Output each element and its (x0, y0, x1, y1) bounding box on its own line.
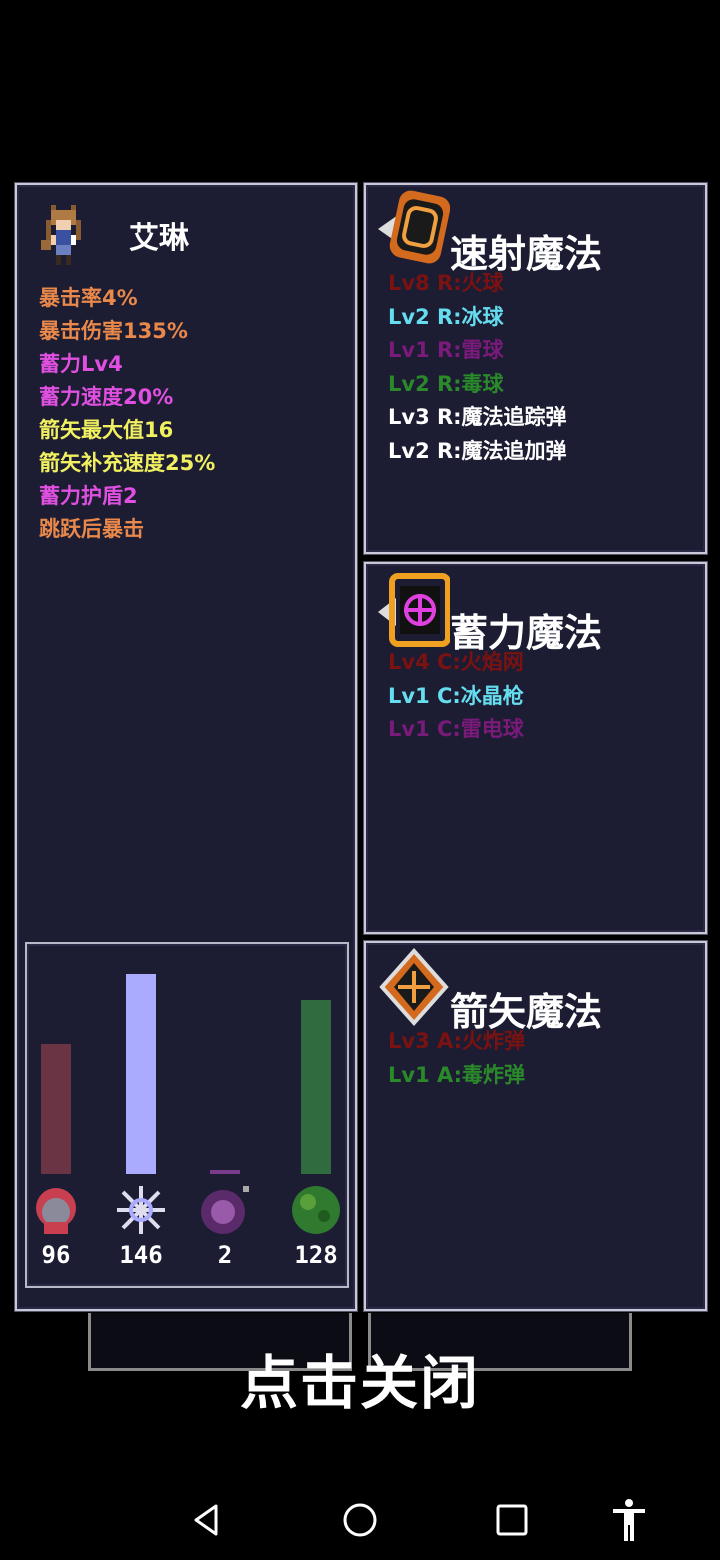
element-count: 128 (294, 1241, 338, 1269)
spell-item: Lv1 C:冰晶枪 (388, 683, 524, 708)
element-count: 2 (217, 1241, 233, 1269)
character-stat: 暴击伤害135% (39, 319, 188, 343)
system-navigation-bar (0, 1480, 720, 1560)
arrow-magic-spell-list: Lv3 A:火炸弹 Lv1 A:毒炸弹 (388, 1025, 525, 1092)
spell-item: Lv8 R:火球 (388, 271, 504, 295)
element-level-bar (210, 1170, 240, 1174)
arrow-magic-panel: 箭矢魔法 Lv3 A:火炸弹 Lv1 A:毒炸弹 (364, 941, 707, 1311)
ice-element-icon (117, 1186, 165, 1234)
element-count: 146 (119, 1241, 163, 1269)
charge-magic-icon (378, 573, 450, 647)
spell-item: Lv2 R:魔法追加弹 (388, 438, 567, 463)
back-icon[interactable] (182, 1496, 230, 1544)
fire-element-icon (36, 1188, 76, 1234)
home-icon[interactable] (336, 1496, 384, 1544)
character-panel: 艾琳 暴击率4% 暴击伤害135% 蓄力Lv4 蓄力速度20% 箭矢最大值16 箭矢补充速… (15, 183, 357, 1311)
rapid-magic-spell-list: Lv8 R:火球 Lv2 R:冰球 Lv1 R:雷球 Lv2 R:毒球 Lv3 … (388, 267, 567, 468)
element-level-bar (126, 974, 156, 1174)
rapid-magic-panel: 速射魔法 Lv8 R:火球 Lv2 R:冰球 Lv1 R:雷球 Lv2 R:毒球… (364, 183, 707, 554)
character-avatar-icon (41, 205, 81, 265)
poison-element-icon (292, 1186, 340, 1234)
spell-item: Lv2 R:毒球 (388, 371, 504, 396)
character-stat: 箭矢补充速度25% (39, 451, 216, 475)
spell-item: Lv1 A:毒炸弹 (388, 1062, 526, 1087)
thunder-element-icon (201, 1186, 249, 1234)
element-level-bar (41, 1044, 71, 1174)
character-stats-list: 暴击率4% 暴击伤害135% 蓄力Lv4 蓄力速度20% 箭矢最大值16 箭矢补充速度25… (39, 282, 215, 546)
spell-item: Lv2 R:冰球 (388, 304, 504, 329)
spell-item: Lv1 C:雷电球 (388, 717, 524, 741)
charge-magic-spell-list: Lv4 C:火焰网 Lv1 C:冰晶枪 Lv1 C:雷电球 (388, 646, 524, 747)
character-stat: 暴击率4% (39, 286, 138, 310)
character-stat: 跳跃后暴击 (39, 517, 144, 541)
spell-item: Lv1 R:雷球 (388, 338, 504, 362)
spell-item: Lv4 C:火焰网 (388, 650, 524, 674)
tap-to-close-button[interactable]: 点击关闭 (0, 1336, 720, 1420)
arrow-magic-icon (379, 947, 449, 1027)
spell-item: Lv3 A:火炸弹 (388, 1029, 526, 1053)
character-stat: 蓄力速度20% (39, 385, 174, 409)
accessibility-icon[interactable] (605, 1496, 653, 1544)
rapid-fire-magic-icon (378, 190, 450, 264)
character-name: 艾琳 (129, 221, 189, 256)
element-level-bar (301, 1000, 331, 1174)
character-stat: 蓄力Lv4 (39, 352, 123, 376)
spell-item: Lv3 R:魔法追踪弹 (388, 405, 567, 429)
charge-magic-panel: 蓄力魔法 Lv4 C:火焰网 Lv1 C:冰晶枪 Lv1 C:雷电球 (364, 562, 707, 934)
character-stat: 箭矢最大值16 (39, 418, 174, 442)
element-count: 96 (41, 1241, 71, 1269)
recents-icon[interactable] (488, 1496, 536, 1544)
element-stock-box: 96 146 2 128 (25, 942, 349, 1288)
character-stat: 蓄力护盾2 (39, 484, 138, 508)
